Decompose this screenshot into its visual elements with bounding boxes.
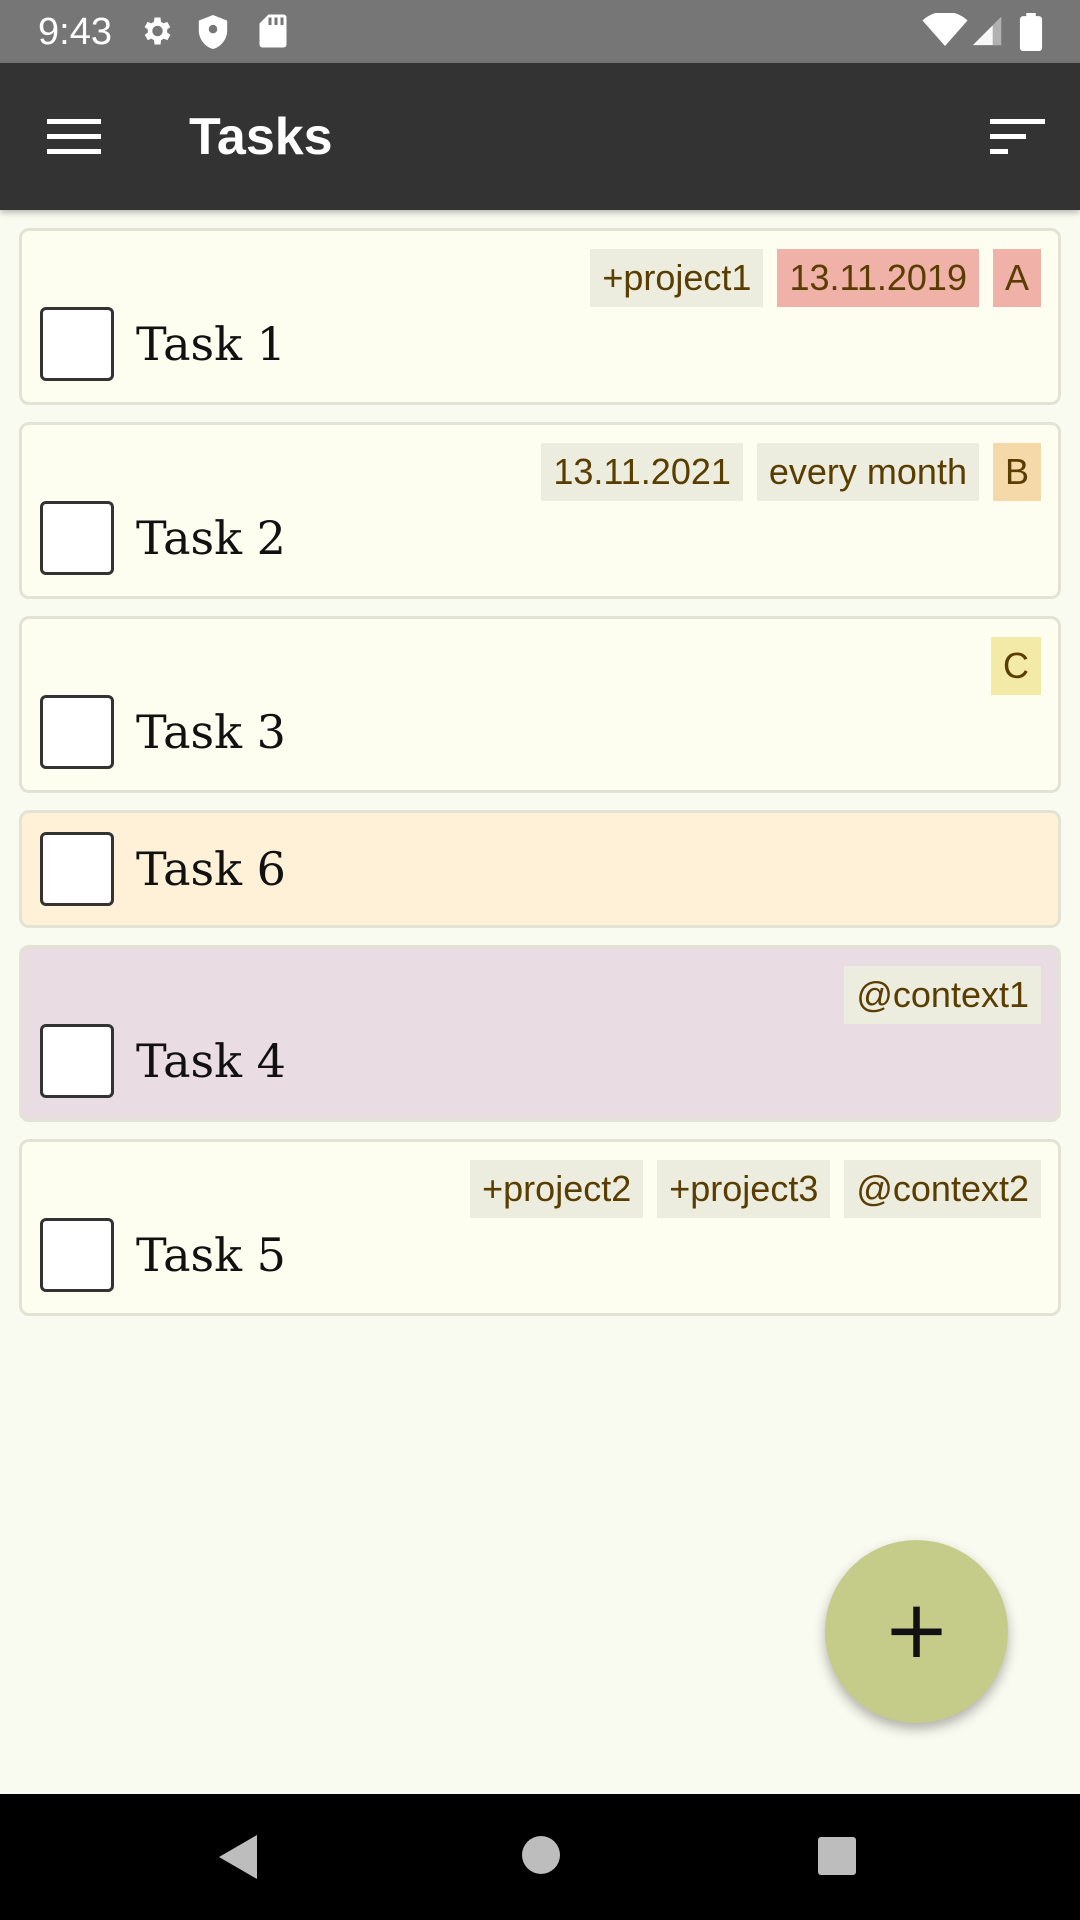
menu-button[interactable] (40, 109, 108, 165)
wifi-icon (922, 13, 968, 46)
task-tag: @context1 (844, 966, 1041, 1024)
task-tag: +project1 (590, 249, 764, 307)
app-bar: Tasks (0, 63, 1080, 210)
task-title: Task 2 (136, 511, 286, 565)
task-checkbox[interactable] (40, 1024, 114, 1098)
status-time: 9:43 (38, 11, 112, 53)
task-title: Task 6 (136, 842, 286, 896)
page-title: Tasks (189, 108, 333, 166)
sort-icon (990, 119, 1045, 154)
task-tag: +project3 (657, 1160, 831, 1218)
navigation-bar (0, 1794, 1080, 1920)
home-icon[interactable] (519, 1833, 563, 1877)
recents-icon[interactable] (816, 1835, 858, 1877)
task-item[interactable]: +project1 13.11.2019 A Task 1 (19, 228, 1061, 405)
task-checkbox[interactable] (40, 501, 114, 575)
task-checkbox[interactable] (40, 695, 114, 769)
signal-icon (972, 16, 1002, 46)
task-tag: +project2 (470, 1160, 644, 1218)
hamburger-menu-icon (47, 119, 101, 154)
task-tags: +project1 13.11.2019 A (590, 249, 1041, 307)
add-icon: + (882, 1583, 951, 1676)
task-item[interactable]: 13.11.2021 every month B Task 2 (19, 422, 1061, 599)
task-item[interactable]: @context1 Task 4 (19, 945, 1061, 1122)
task-tag: 13.11.2019 (777, 249, 979, 307)
gear-icon (144, 17, 171, 45)
sd-card-icon (259, 14, 287, 48)
task-title: Task 1 (136, 317, 286, 371)
task-tags: +project2 +project3 @context2 (470, 1160, 1041, 1218)
task-tag: 13.11.2021 (541, 443, 743, 501)
task-tags: C (991, 637, 1041, 695)
shield-icon (198, 15, 228, 49)
task-tag: @context2 (844, 1160, 1041, 1218)
sort-button[interactable] (980, 109, 1048, 165)
task-tag: A (992, 249, 1041, 307)
task-item[interactable]: C Task 3 (19, 616, 1061, 793)
back-icon[interactable] (215, 1831, 263, 1883)
task-tag: every month (756, 443, 979, 501)
task-title: Task 4 (136, 1034, 286, 1088)
status-bar: 9:43 (0, 0, 1080, 63)
add-task-button[interactable]: + (825, 1540, 1008, 1723)
task-checkbox[interactable] (40, 832, 114, 906)
task-item[interactable]: +project2 +project3 @context2 Task 5 (19, 1139, 1061, 1316)
task-title: Task 3 (136, 705, 286, 759)
task-item[interactable]: Task 6 (19, 810, 1061, 928)
task-list: +project1 13.11.2019 A Task 1 13.11.2021 ever… (0, 228, 1080, 1333)
task-tag: B (992, 443, 1041, 501)
task-checkbox[interactable] (40, 307, 114, 381)
task-title: Task 5 (136, 1228, 286, 1282)
task-tag: C (991, 637, 1041, 695)
task-tags: @context1 (844, 966, 1041, 1024)
task-checkbox[interactable] (40, 1218, 114, 1292)
task-tags: 13.11.2021 every month B (541, 443, 1041, 501)
battery-icon (1019, 13, 1043, 51)
